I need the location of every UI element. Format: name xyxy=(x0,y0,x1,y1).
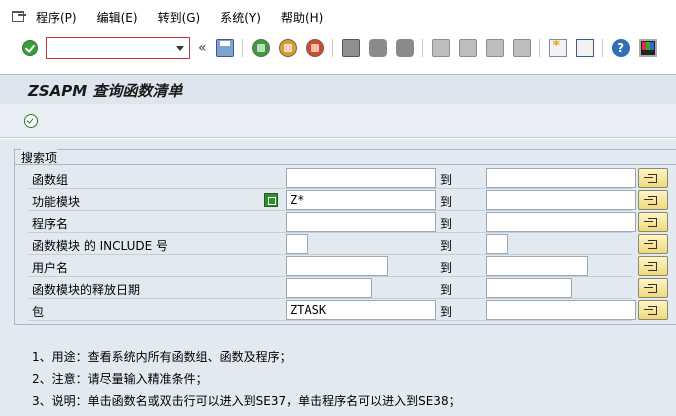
menu-edit[interactable]: 编辑(E) xyxy=(97,9,138,26)
find-icon[interactable] xyxy=(368,39,387,57)
note-caution: 2、注意：请尽量输入精准条件； xyxy=(32,372,208,386)
toolbar-separator xyxy=(241,39,243,57)
row-include-number: 函数模块 的 INCLUDE 号 到 xyxy=(0,234,676,256)
row-function-group: 函数组 到 xyxy=(0,168,676,190)
help-icon[interactable]: ? xyxy=(611,39,630,57)
execute-icon[interactable] xyxy=(24,114,38,128)
label-include-number: 函数模块 的 INCLUDE 号 xyxy=(32,239,169,253)
exit-icon[interactable] xyxy=(278,39,297,57)
package-from-input[interactable]: ZTASK xyxy=(286,300,436,320)
multiple-selection-button[interactable] xyxy=(638,168,668,188)
application-toolbar xyxy=(0,104,676,138)
package-to-input[interactable] xyxy=(486,300,636,320)
to-label: 到 xyxy=(440,173,453,187)
selection-option-icon[interactable] xyxy=(264,193,278,207)
group-title-divider xyxy=(15,164,676,165)
to-label: 到 xyxy=(440,217,453,231)
last-page-icon[interactable] xyxy=(512,39,531,57)
first-page-icon[interactable] xyxy=(431,39,450,57)
title-bar: ZSAPM 查询函数清单 xyxy=(0,74,676,104)
label-package: 包 xyxy=(32,305,45,319)
release-date-from-input[interactable] xyxy=(286,278,372,298)
standard-toolbar: « ? xyxy=(0,34,676,62)
to-label: 到 xyxy=(440,305,453,319)
note-description: 3、说明：单击函数名或双击行可以进入到SE37，单击程序名可以进入到SE38； xyxy=(32,394,461,408)
note-purpose: 1、用途：查看系统内所有函数组、函数及程序； xyxy=(32,350,292,364)
multiple-selection-button[interactable] xyxy=(638,256,668,276)
row-underline xyxy=(28,298,632,299)
collapse-command-icon[interactable]: « xyxy=(198,40,207,56)
function-module-to-input[interactable] xyxy=(486,190,636,210)
multiple-selection-button[interactable] xyxy=(638,212,668,232)
multiple-selection-button[interactable] xyxy=(638,234,668,254)
cancel-icon[interactable] xyxy=(305,39,324,57)
next-page-icon[interactable] xyxy=(485,39,504,57)
toolbar-separator xyxy=(601,39,603,57)
row-function-module: 功能模块 Z* 到 xyxy=(0,190,676,212)
row-underline xyxy=(28,276,632,277)
multiple-selection-button[interactable] xyxy=(638,300,668,320)
row-release-date: 函数模块的释放日期 到 xyxy=(0,278,676,300)
release-date-to-input[interactable] xyxy=(486,278,572,298)
row-underline xyxy=(28,232,632,233)
row-underline xyxy=(28,210,632,211)
row-underline xyxy=(28,254,632,255)
include-number-to-input[interactable] xyxy=(486,234,508,254)
ok-icon[interactable] xyxy=(22,40,38,56)
to-label: 到 xyxy=(440,239,453,253)
create-session-icon[interactable] xyxy=(548,38,567,57)
selection-screen: 搜索项 函数组 到 功能模块 Z* 到 程序名 到 函数模块 的 INCLUDE… xyxy=(0,139,676,416)
row-package: 包 ZTASK 到 xyxy=(0,300,676,322)
exit-menu-icon[interactable] xyxy=(8,6,30,28)
toolbar-separator xyxy=(331,39,333,57)
row-program-name: 程序名 到 xyxy=(0,212,676,234)
label-user-name: 用户名 xyxy=(32,261,69,275)
customize-layout-icon[interactable] xyxy=(638,39,657,57)
program-name-to-input[interactable] xyxy=(486,212,636,232)
user-name-from-input[interactable] xyxy=(286,256,388,276)
row-user-name: 用户名 到 xyxy=(0,256,676,278)
find-next-icon[interactable] xyxy=(395,39,414,57)
function-group-to-input[interactable] xyxy=(486,168,636,188)
page-title: ZSAPM 查询函数清单 xyxy=(28,82,183,100)
label-program-name: 程序名 xyxy=(32,217,69,231)
back-icon[interactable] xyxy=(251,39,270,57)
menu-bar: 程序(P) 编辑(E) 转到(G) 系统(Y) 帮助(H) xyxy=(0,0,676,34)
menu-goto[interactable]: 转到(G) xyxy=(158,9,201,26)
to-label: 到 xyxy=(440,261,453,275)
menu-help[interactable]: 帮助(H) xyxy=(281,9,323,26)
to-label: 到 xyxy=(440,283,453,297)
include-number-from-input[interactable] xyxy=(286,234,308,254)
print-icon[interactable] xyxy=(341,39,360,57)
function-group-from-input[interactable] xyxy=(286,168,436,188)
prev-page-icon[interactable] xyxy=(458,39,477,57)
toolbar-separator xyxy=(421,39,423,57)
label-release-date: 函数模块的释放日期 xyxy=(32,283,141,297)
user-name-to-input[interactable] xyxy=(486,256,588,276)
menu-program[interactable]: 程序(P) xyxy=(36,9,77,26)
program-name-from-input[interactable] xyxy=(286,212,436,232)
function-module-from-input[interactable]: Z* xyxy=(286,190,436,210)
save-icon[interactable] xyxy=(215,39,234,57)
to-label: 到 xyxy=(440,195,453,209)
label-function-module: 功能模块 xyxy=(32,195,81,209)
row-underline xyxy=(28,188,632,189)
command-field[interactable] xyxy=(46,37,190,59)
row-underline xyxy=(28,320,632,321)
toolbar-separator xyxy=(538,39,540,57)
multiple-selection-button[interactable] xyxy=(638,278,668,298)
label-function-group: 函数组 xyxy=(32,173,69,187)
menu-system[interactable]: 系统(Y) xyxy=(220,9,261,26)
multiple-selection-button[interactable] xyxy=(638,190,668,210)
shortcut-icon[interactable] xyxy=(575,39,594,57)
